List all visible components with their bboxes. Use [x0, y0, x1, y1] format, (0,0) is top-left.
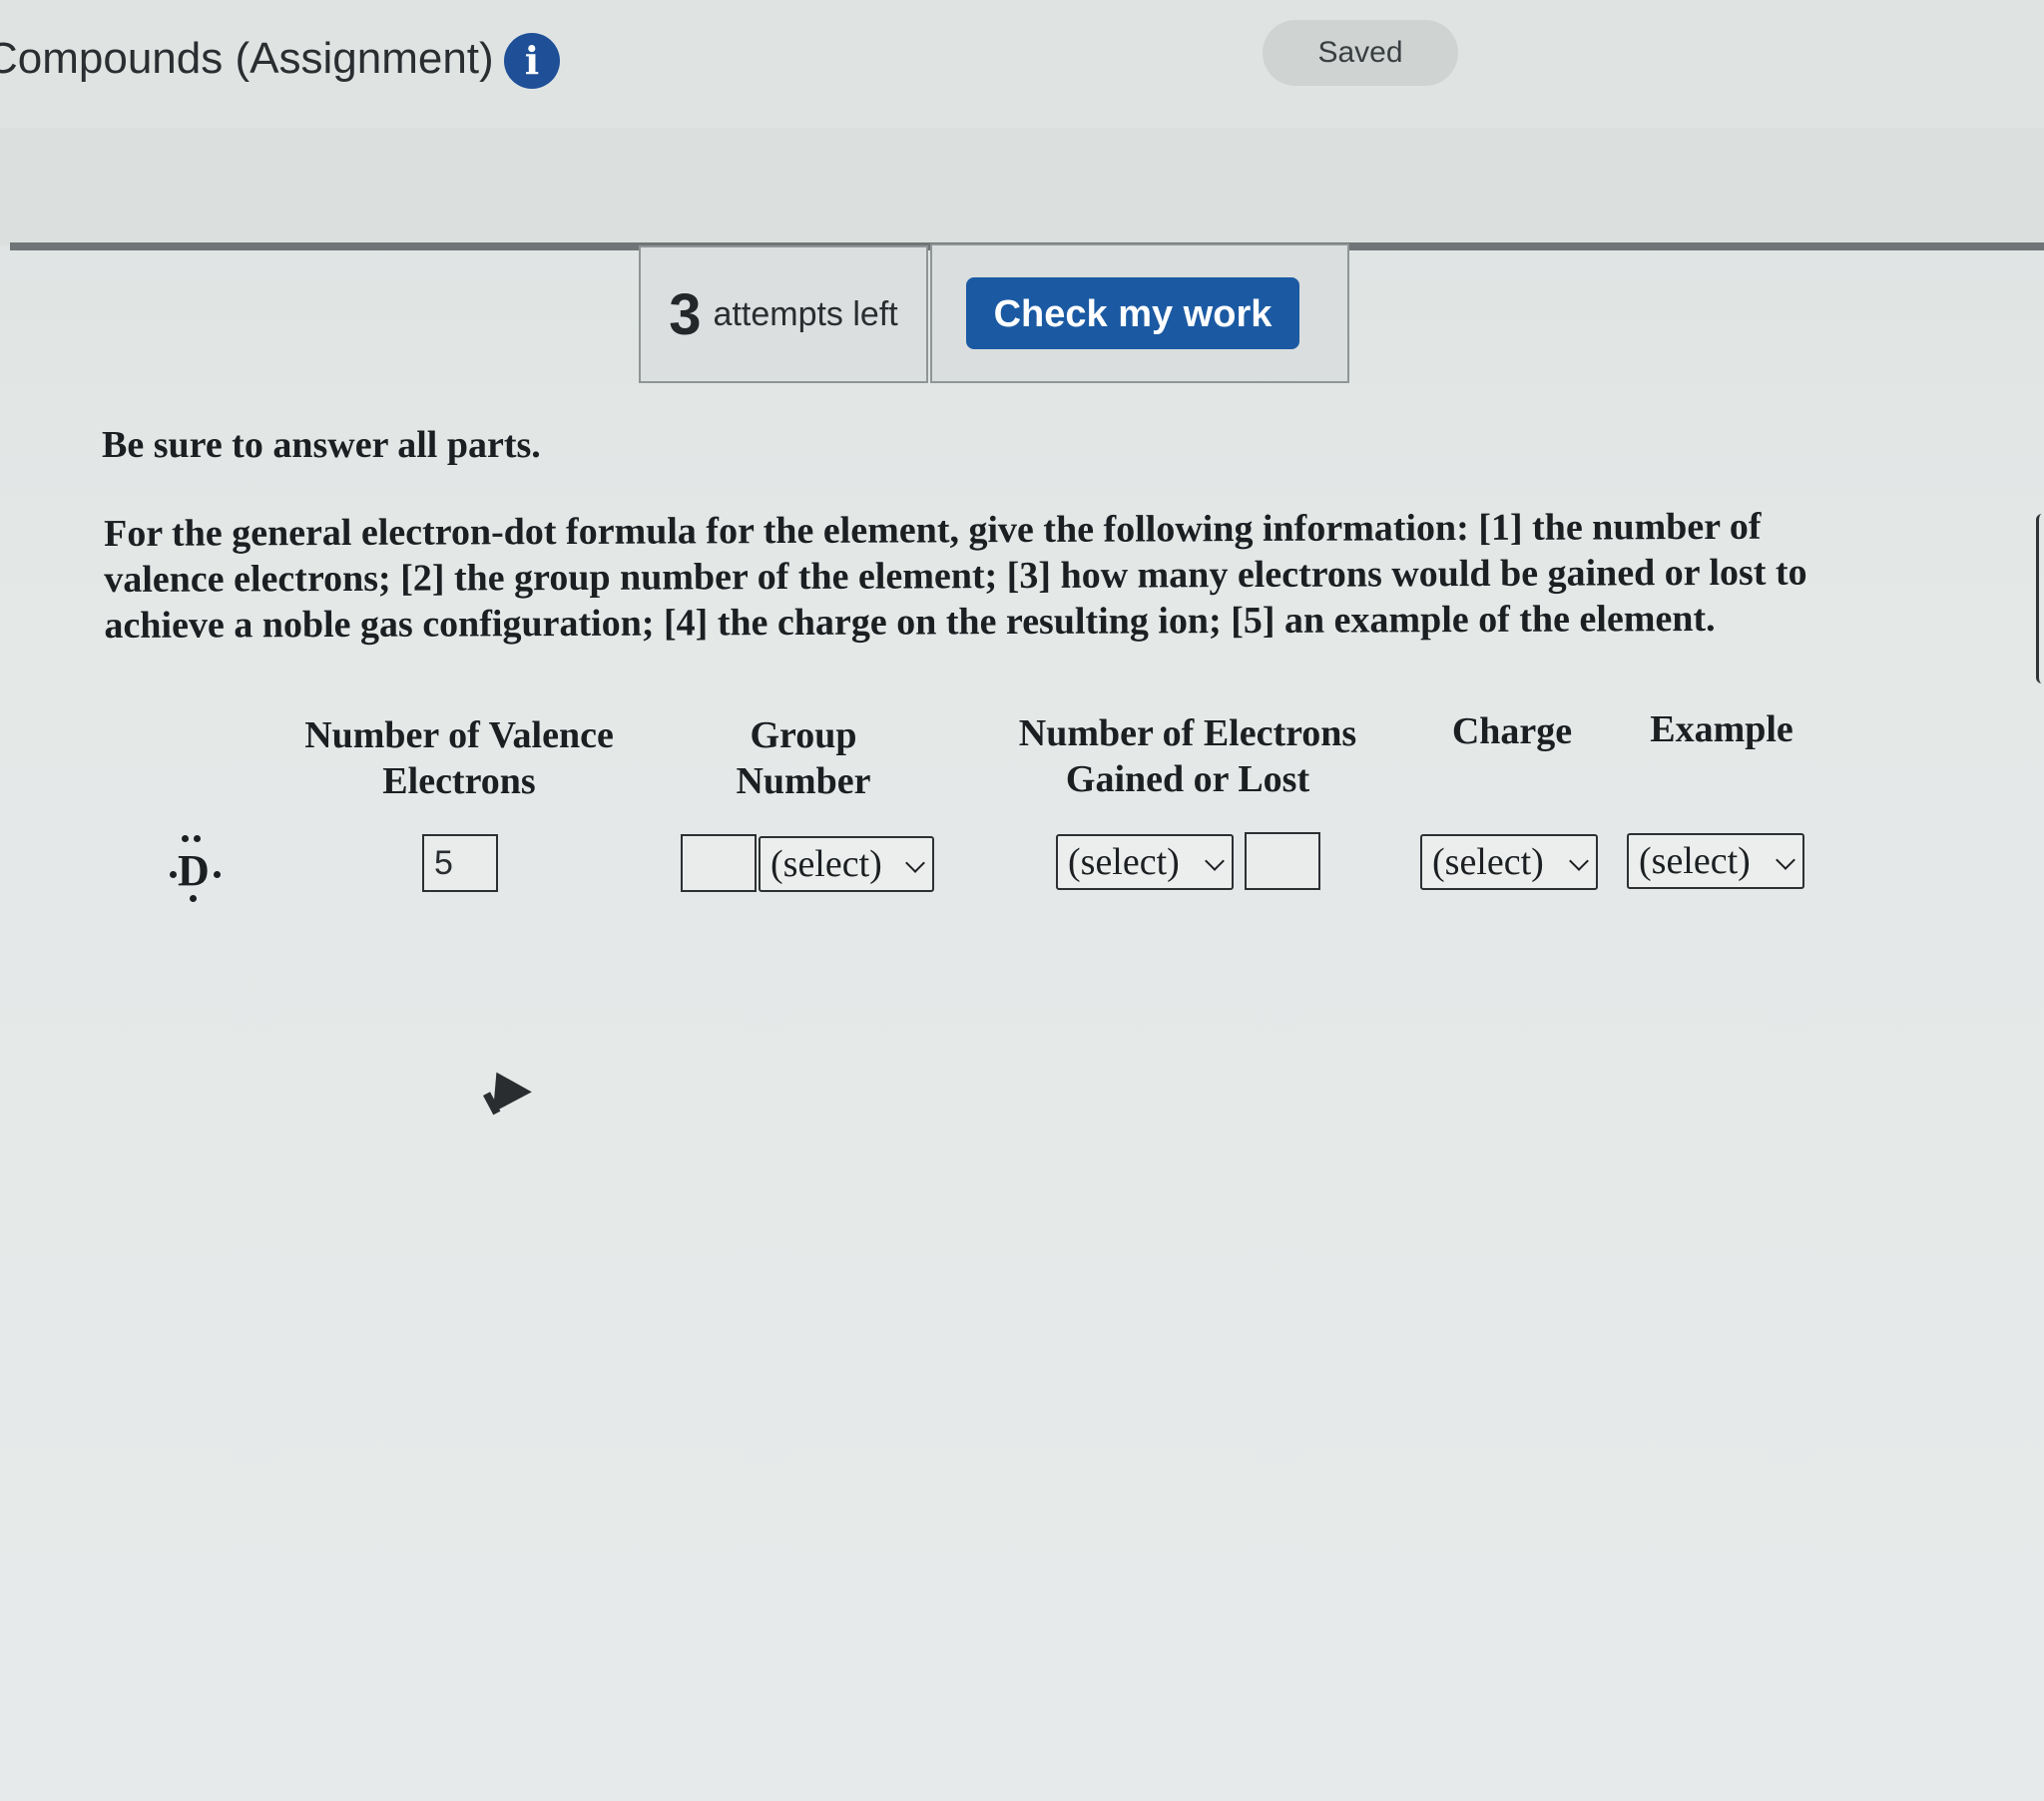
electron-dot: [182, 835, 189, 842]
header-valence-electrons: Number of Valence Electrons: [304, 714, 614, 802]
chevron-down-icon: [1205, 851, 1225, 871]
header-example: Example: [1650, 708, 1793, 750]
example-select[interactable]: (select): [1627, 833, 1804, 889]
assignment-page: Compounds (Assignment) i Saved 3 attempt…: [0, 0, 2044, 1801]
header-charge: Charge: [1451, 710, 1573, 752]
attempts-count: 3: [669, 281, 702, 347]
toolbar-band: [0, 128, 2044, 245]
info-icon[interactable]: i: [504, 33, 560, 89]
mouse-cursor-icon: [477, 1062, 532, 1114]
electron-dot: [170, 871, 177, 878]
chevron-down-icon: [1776, 850, 1795, 870]
electron-dot-formula: D: [168, 833, 224, 903]
gained-lost-input[interactable]: [1245, 832, 1320, 890]
top-bar: Compounds (Assignment) i Saved: [0, 0, 2044, 130]
element-symbol: D: [178, 846, 210, 895]
header-electrons-gained-lost: Number of Electrons Gained or Lost: [1018, 712, 1357, 800]
chevron-down-icon: [1569, 851, 1589, 871]
attempts-panel: 3 attempts left: [639, 245, 928, 383]
check-my-work-button[interactable]: Check my work: [966, 277, 1299, 349]
gained-lost-select-value: (select): [1068, 841, 1180, 883]
question-text: For the general electron-dot formula for…: [104, 505, 1807, 647]
header-group-number: Group Number: [736, 714, 871, 802]
valence-electrons-input[interactable]: 5: [422, 834, 498, 892]
chevron-down-icon: [905, 853, 925, 873]
charge-select[interactable]: (select): [1420, 834, 1598, 890]
side-panel-handle[interactable]: [2036, 514, 2044, 683]
electron-dot: [214, 871, 221, 878]
group-number-select[interactable]: (select): [759, 836, 934, 892]
gained-lost-select[interactable]: (select): [1056, 834, 1234, 890]
group-number-input[interactable]: [681, 834, 757, 892]
electron-dot: [190, 895, 197, 902]
example-select-value: (select): [1639, 840, 1751, 882]
instructions-text: Be sure to answer all parts.: [102, 424, 541, 466]
saved-status-badge: Saved: [1263, 20, 1458, 86]
group-select-value: (select): [770, 843, 882, 885]
charge-select-value: (select): [1432, 841, 1544, 883]
page-title: Compounds (Assignment): [0, 34, 494, 83]
electron-dot: [194, 835, 201, 842]
attempts-label: attempts left: [713, 294, 898, 333]
